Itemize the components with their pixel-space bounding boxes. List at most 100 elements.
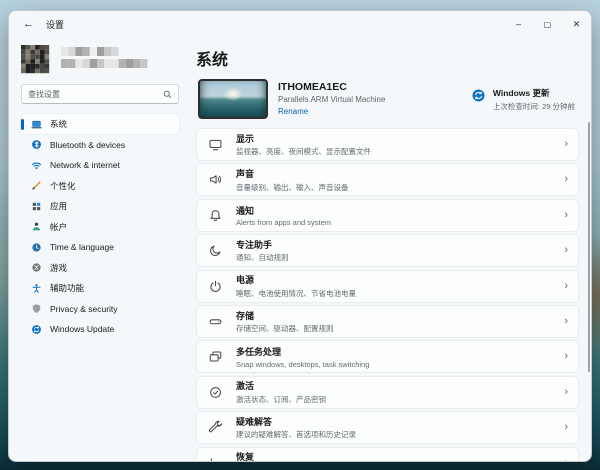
accessibility-icon bbox=[31, 283, 42, 294]
row-title: 激活 bbox=[236, 381, 255, 392]
sidebar-item-bluetooth-devices[interactable]: Bluetooth & devices bbox=[21, 135, 179, 155]
power-icon bbox=[208, 279, 223, 294]
device-card: ITHOMEA1EC Parallels ARM Virtual Machine… bbox=[196, 79, 579, 119]
sidebar-item-system[interactable]: 系统 bbox=[21, 114, 179, 134]
chevron-right-icon: › bbox=[564, 244, 568, 257]
titlebar: ← 设置 – ▢ ✕ bbox=[9, 11, 591, 37]
settings-row-sound[interactable]: 声音 音量级别、输出、输入、声音设备 › bbox=[196, 163, 579, 197]
redacted-user-info[interactable] bbox=[21, 39, 179, 79]
row-subtitle: 睡眠、电池使用情况、节省电池电量 bbox=[236, 288, 356, 298]
minimize-icon[interactable]: – bbox=[504, 11, 533, 37]
sidebar-item-label: Time & language bbox=[50, 242, 114, 252]
row-subtitle: Alerts from apps and system bbox=[236, 218, 332, 228]
page-title: 系统 bbox=[196, 52, 229, 69]
sidebar-item-label: 辅助功能 bbox=[50, 283, 85, 293]
sidebar-item-apps[interactable]: 应用 bbox=[21, 196, 179, 216]
settings-row-storage[interactable]: 存储 存储空间、驱动器、配置规则 › bbox=[196, 304, 579, 338]
scrollbar-thumb[interactable] bbox=[587, 122, 590, 372]
row-title: 恢复 bbox=[236, 452, 255, 462]
chevron-right-icon: › bbox=[564, 421, 568, 434]
system-icon bbox=[31, 119, 42, 130]
focus-assist-icon bbox=[208, 243, 223, 258]
activation-icon bbox=[208, 385, 223, 400]
maximize-icon[interactable]: ▢ bbox=[533, 11, 562, 37]
recovery-icon bbox=[208, 456, 223, 461]
row-title: 疑难解答 bbox=[236, 416, 273, 427]
multitasking-icon bbox=[208, 349, 223, 364]
windows-update-status: 上次检查时间: 29 分钟前 bbox=[492, 102, 575, 111]
sidebar-item-label: Privacy & security bbox=[50, 303, 118, 314]
sidebar-item-windows-update[interactable]: Windows Update bbox=[21, 319, 179, 339]
sidebar-item-label: 游戏 bbox=[50, 262, 68, 273]
chevron-right-icon: › bbox=[564, 457, 568, 461]
sound-icon bbox=[208, 172, 223, 187]
row-title: 电源 bbox=[236, 275, 255, 286]
sidebar-item-label: 帐户 bbox=[50, 221, 68, 232]
windows-update-icon bbox=[31, 324, 42, 335]
redacted-avatar-mosaic bbox=[21, 45, 148, 74]
settings-row-multitasking[interactable]: 多任务处理 Snap windows, desktops, task switc… bbox=[196, 340, 579, 374]
row-subtitle: 音量级别、输出、输入、声音设备 bbox=[236, 182, 349, 192]
settings-row-notifications[interactable]: 通知 Alerts from apps and system › bbox=[196, 198, 579, 232]
chevron-right-icon: › bbox=[564, 350, 568, 363]
chevron-right-icon: › bbox=[564, 173, 568, 186]
sidebar-item-personalization[interactable]: 个性化 bbox=[21, 176, 179, 196]
settings-row-focus-assist[interactable]: 专注助手 通知、自动规则 › bbox=[196, 234, 579, 268]
device-thumbnail bbox=[198, 79, 268, 119]
row-subtitle: 激活状态、订阅、产品密钥 bbox=[236, 394, 326, 404]
rename-link[interactable]: Rename bbox=[278, 107, 385, 116]
settings-row-activation[interactable]: 激活 激活状态、订阅、产品密钥 › bbox=[196, 375, 579, 409]
settings-row-troubleshoot[interactable]: 疑难解答 建议的疑难解答、首选项和历史记录 › bbox=[196, 411, 579, 445]
accounts-icon bbox=[31, 221, 42, 232]
bluetooth-icon bbox=[31, 139, 42, 150]
privacy-icon bbox=[31, 303, 42, 314]
sidebar-item-network-internet[interactable]: Network & internet bbox=[21, 155, 179, 175]
time-language-icon bbox=[31, 242, 42, 253]
chevron-right-icon: › bbox=[564, 385, 568, 398]
sidebar: 系统 Bluetooth & devices Network & interne… bbox=[9, 37, 189, 461]
settings-list: 显示 监视器、亮度、夜间模式、显示配置文件 › 声音 音量级别、输出、输入、声音… bbox=[196, 128, 579, 462]
notifications-icon bbox=[208, 208, 223, 223]
search-icon bbox=[163, 90, 172, 99]
chevron-right-icon: › bbox=[564, 314, 568, 327]
windows-update-summary[interactable]: Windows 更新 上次检查时间: 29 分钟前 bbox=[471, 79, 579, 112]
chevron-right-icon: › bbox=[564, 208, 568, 221]
personalization-icon bbox=[31, 180, 42, 191]
windows-update-icon bbox=[471, 88, 486, 103]
sidebar-item-accounts[interactable]: 帐户 bbox=[21, 217, 179, 237]
row-subtitle: 通知、自动规则 bbox=[236, 253, 289, 263]
sidebar-nav: 系统 Bluetooth & devices Network & interne… bbox=[21, 114, 179, 339]
windows-update-title: Windows 更新 bbox=[492, 88, 550, 98]
chevron-right-icon: › bbox=[564, 138, 568, 150]
sidebar-item-label: 应用 bbox=[50, 201, 68, 211]
close-icon[interactable]: ✕ bbox=[562, 11, 591, 37]
row-title: 多任务处理 bbox=[236, 347, 282, 358]
sidebar-item-label: Network & internet bbox=[50, 160, 120, 170]
back-button[interactable]: ← bbox=[23, 18, 34, 30]
gaming-icon bbox=[31, 262, 42, 273]
sidebar-item-label: Windows Update bbox=[50, 324, 115, 334]
row-title: 存储 bbox=[236, 310, 255, 321]
sidebar-item-gaming[interactable]: 游戏 bbox=[21, 258, 179, 278]
device-info: ITHOMEA1EC Parallels ARM Virtual Machine… bbox=[278, 79, 385, 116]
settings-row-recovery[interactable]: 恢复 重置、高级启动、返回 › bbox=[196, 446, 579, 462]
network-icon bbox=[31, 160, 42, 171]
row-title: 专注助手 bbox=[236, 239, 273, 250]
row-title: 显示 bbox=[236, 133, 255, 144]
row-title: 声音 bbox=[236, 169, 255, 180]
row-subtitle: Snap windows, desktops, task switching bbox=[236, 359, 370, 369]
window-title: 设置 bbox=[46, 19, 65, 30]
sidebar-item-label: Bluetooth & devices bbox=[50, 139, 126, 150]
sidebar-item-label: 个性化 bbox=[50, 180, 76, 191]
row-subtitle: 建议的疑难解答、首选项和历史记录 bbox=[236, 430, 356, 440]
settings-row-power[interactable]: 电源 睡眠、电池使用情况、节省电池电量 › bbox=[196, 269, 579, 303]
device-name: ITHOMEA1EC bbox=[278, 81, 347, 93]
settings-window: ← 设置 – ▢ ✕ 系统 Bluetooth & devices Networ… bbox=[8, 10, 592, 462]
sidebar-item-accessibility[interactable]: 辅助功能 bbox=[21, 278, 179, 298]
sidebar-item-time-language[interactable]: Time & language bbox=[21, 237, 179, 257]
search-input[interactable] bbox=[28, 89, 163, 99]
row-subtitle: 监视器、亮度、夜间模式、显示配置文件 bbox=[236, 147, 371, 157]
settings-row-display[interactable]: 显示 监视器、亮度、夜间模式、显示配置文件 › bbox=[196, 128, 579, 161]
sidebar-item-privacy-security[interactable]: Privacy & security bbox=[21, 299, 179, 319]
troubleshoot-icon bbox=[208, 420, 223, 435]
